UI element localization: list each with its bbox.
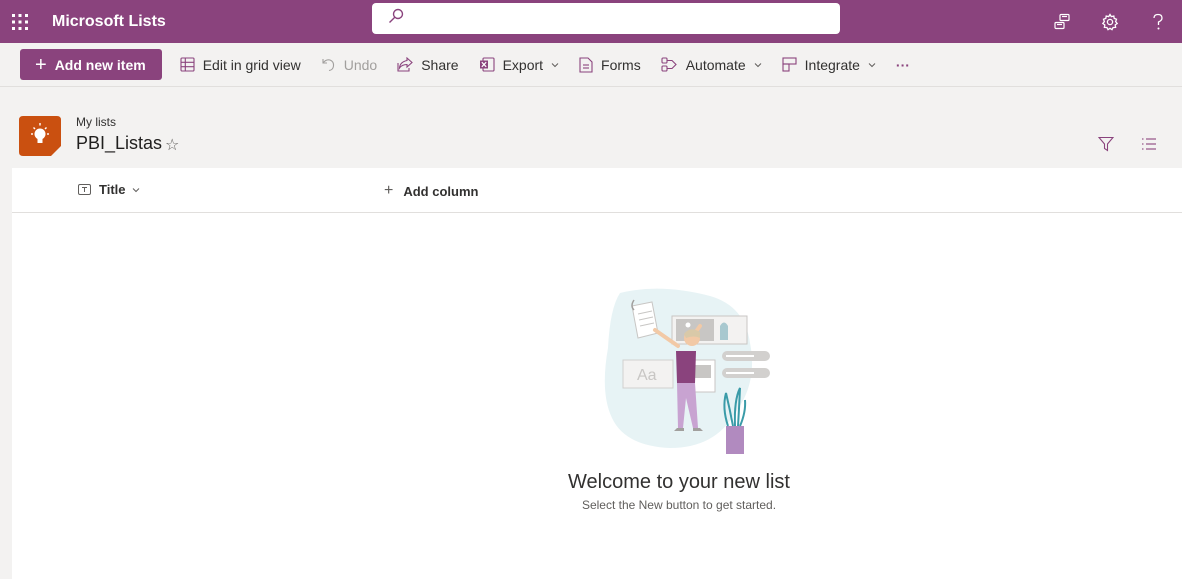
- svg-text:Aa: Aa: [637, 367, 657, 384]
- more-options-button[interactable]: ···: [886, 49, 920, 80]
- share-icon: [397, 57, 414, 72]
- filter-icon[interactable]: [1091, 129, 1121, 159]
- search-input[interactable]: [412, 3, 840, 34]
- chevron-down-icon: [551, 62, 559, 67]
- view-options-icon[interactable]: [1134, 129, 1164, 159]
- column-header-row: Title + Add column: [12, 168, 1182, 213]
- chevron-down-icon: [868, 62, 876, 67]
- integrate-icon: [782, 57, 797, 72]
- excel-icon: [479, 57, 495, 72]
- chevron-down-icon: [132, 187, 139, 192]
- undo-label: Undo: [343, 56, 378, 73]
- list-panel: Title + Add column Aa Welcome to your ne…: [12, 168, 1182, 579]
- favorite-star-icon[interactable]: ☆: [165, 135, 179, 155]
- share-label: Share: [421, 56, 459, 73]
- automate-button[interactable]: Automate: [651, 49, 772, 80]
- add-column-button[interactable]: + Add column: [384, 182, 478, 200]
- settings-gear-icon[interactable]: [1086, 0, 1134, 43]
- automate-label: Automate: [685, 56, 746, 73]
- add-new-item-label: Add new item: [54, 56, 146, 73]
- edit-grid-view-label: Edit in grid view: [202, 56, 301, 73]
- grid-icon: [180, 57, 195, 72]
- chevron-down-icon: [754, 62, 762, 67]
- empty-state-heading: Welcome to your new list: [568, 471, 790, 493]
- integrate-button[interactable]: Integrate: [772, 49, 886, 80]
- add-new-item-button[interactable]: + Add new item: [20, 49, 162, 80]
- export-label: Export: [502, 56, 544, 73]
- export-button[interactable]: Export: [469, 49, 569, 80]
- forms-label: Forms: [601, 56, 641, 73]
- forms-icon: [579, 56, 593, 73]
- empty-state-subtext: Select the New button to get started.: [581, 498, 777, 512]
- plus-icon: +: [35, 53, 47, 76]
- forms-button[interactable]: Forms: [569, 49, 651, 80]
- empty-list-illustration: Aa: [604, 288, 770, 454]
- app-name[interactable]: Microsoft Lists: [52, 13, 166, 31]
- text-field-icon: [78, 184, 91, 195]
- share-button[interactable]: Share: [387, 49, 468, 80]
- plus-icon: +: [384, 182, 394, 199]
- app-launcher-icon[interactable]: [0, 0, 40, 43]
- integrate-label: Integrate: [804, 56, 860, 73]
- more-options-label: ···: [895, 56, 910, 73]
- automate-icon: [661, 57, 677, 72]
- undo-button[interactable]: Undo: [311, 49, 387, 80]
- help-icon[interactable]: [1134, 0, 1182, 43]
- suite-bar: Microsoft Lists: [0, 0, 1182, 43]
- add-column-label: Add column: [403, 183, 479, 199]
- list-header: [0, 88, 1182, 168]
- command-bar: + Add new item Edit in grid view Undo Sh…: [0, 43, 1182, 87]
- undo-icon: [322, 59, 334, 72]
- search-box[interactable]: [372, 3, 840, 34]
- column-title-label: Title: [99, 182, 126, 197]
- column-header-title[interactable]: Title: [78, 182, 140, 197]
- list-title: PBI_Listas: [76, 133, 163, 153]
- search-icon: [388, 8, 404, 29]
- breadcrumb-my-lists[interactable]: My lists: [76, 115, 116, 129]
- feedback-icon[interactable]: [1038, 0, 1086, 43]
- edit-grid-view-button[interactable]: Edit in grid view: [170, 49, 311, 80]
- lightbulb-list-icon: [19, 116, 61, 156]
